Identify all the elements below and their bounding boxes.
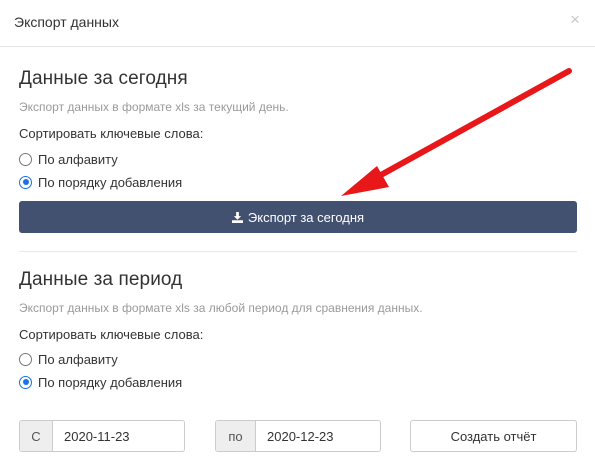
radio-button[interactable]: [19, 152, 32, 166]
today-section-title: Данные за сегодня: [19, 68, 188, 89]
period-section-description: Экспорт данных в формате xls за любой пе…: [19, 301, 423, 315]
date-to-group: по: [215, 420, 381, 452]
date-from-prefix: С: [20, 421, 53, 451]
close-icon[interactable]: ×: [570, 11, 580, 28]
today-radio-order[interactable]: По порядку добавления: [19, 174, 182, 190]
radio-label: По алфавиту: [38, 351, 118, 367]
modal-header: Экспорт данных ×: [0, 0, 595, 47]
download-icon: [231, 211, 243, 223]
radio-label: По алфавиту: [38, 151, 118, 167]
period-section-title: Данные за период: [19, 269, 183, 290]
period-sort-label: Сортировать ключевые слова:: [19, 327, 204, 342]
section-divider: [19, 251, 577, 252]
create-report-button[interactable]: Создать отчёт: [410, 420, 577, 452]
radio-button-checked[interactable]: [19, 175, 32, 189]
today-radio-alphabet[interactable]: По алфавиту: [19, 151, 118, 167]
period-radio-alphabet[interactable]: По алфавиту: [19, 351, 118, 367]
date-from-group: С: [19, 420, 185, 452]
period-radio-order[interactable]: По порядку добавления: [19, 374, 182, 390]
export-today-label: Экспорт за сегодня: [247, 209, 365, 225]
radio-label: По порядку добавления: [38, 374, 183, 390]
today-sort-label: Сортировать ключевые слова:: [19, 126, 204, 141]
date-to-input[interactable]: [256, 421, 380, 451]
date-to-prefix: по: [216, 421, 256, 451]
modal-title: Экспорт данных: [14, 14, 119, 30]
date-from-input[interactable]: [53, 421, 184, 451]
radio-button[interactable]: [19, 352, 32, 366]
export-today-button[interactable]: Экспорт за сегодня: [19, 201, 577, 233]
radio-label: По порядку добавления: [38, 174, 183, 190]
today-section-description: Экспорт данных в формате xls за текущий …: [19, 100, 289, 114]
radio-button-checked[interactable]: [19, 375, 32, 389]
